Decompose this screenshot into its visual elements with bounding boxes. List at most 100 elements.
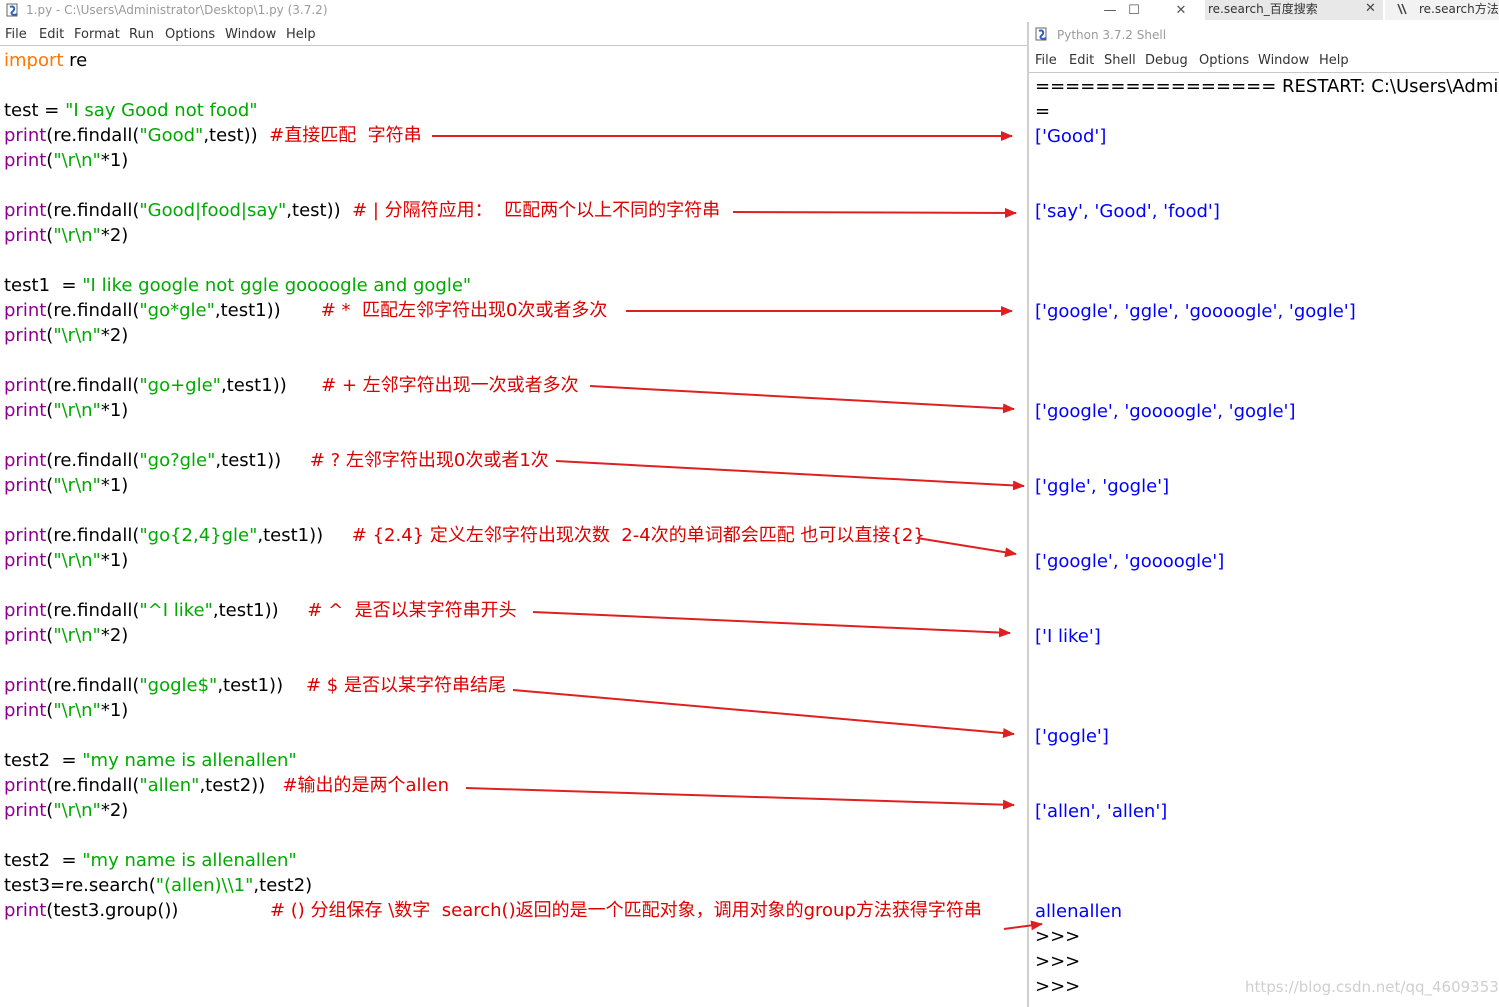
menu-file[interactable]: File <box>1035 53 1057 68</box>
code-token: (re.findall( <box>46 200 140 221</box>
menu-options[interactable]: Options <box>165 27 215 42</box>
code-token: (re.findall( <box>46 675 140 696</box>
code-token: test3=re.search( <box>4 875 156 896</box>
code-line[interactable]: print("\r\n"*2) <box>4 323 128 348</box>
menu-edit[interactable]: Edit <box>39 27 64 42</box>
close-icon[interactable]: ✕ <box>1365 0 1376 18</box>
code-token: ,test2)) <box>199 775 283 796</box>
code-token: "^I like" <box>139 600 213 621</box>
menu-format[interactable]: Format <box>74 27 120 42</box>
code-token: ,test1)) <box>214 300 321 321</box>
code-line[interactable]: test2 = "my name is allenallen" <box>4 748 297 773</box>
code-line[interactable]: print(test3.group()) # () 分组保存 \数字 searc… <box>4 898 982 923</box>
code-line[interactable]: print(re.findall("Good|food|say",test)) … <box>4 198 720 223</box>
menu-run[interactable]: Run <box>129 27 154 42</box>
code-token: "\r\n" <box>53 475 101 496</box>
shell-output-line: ['allen', 'allen'] <box>1035 801 1168 822</box>
code-token: print <box>4 325 47 346</box>
code-token: print <box>4 300 47 321</box>
menu-window[interactable]: Window <box>225 27 276 42</box>
code-token: "go+gle" <box>139 375 221 396</box>
code-token: # $ 是否以某字符串结尾 <box>306 675 506 696</box>
code-token: *1) <box>100 700 129 721</box>
code-line[interactable]: print("\r\n"*1) <box>4 398 128 423</box>
code-line[interactable]: print(re.findall("go+gle",test1)) # + 左邻… <box>4 373 579 398</box>
menu-options[interactable]: Options <box>1199 53 1249 68</box>
shell-titlebar: Python 3.7.2 Shell <box>1029 22 1499 46</box>
code-line[interactable]: import re <box>4 48 87 73</box>
shell-output-line: ['gogle'] <box>1035 726 1109 747</box>
code-token: (re.findall( <box>46 375 140 396</box>
menu-divider <box>1029 72 1499 73</box>
code-token: print <box>4 600 47 621</box>
code-token: (re.findall( <box>46 525 140 546</box>
code-line[interactable]: test = "I say Good not food" <box>4 98 258 123</box>
shell-output-line: = <box>1035 101 1051 122</box>
code-line[interactable]: test1 = "I like google not ggle goooogle… <box>4 273 471 298</box>
shell-output-line: ['google', 'goooogle'] <box>1035 551 1225 572</box>
browser-tab-search-method[interactable]: re.search方法 <box>1385 0 1499 20</box>
shell-output-line: >>> <box>1035 951 1081 972</box>
menu-edit[interactable]: Edit <box>1069 53 1094 68</box>
code-token: ,test)) <box>286 200 353 221</box>
code-token: # ^ 是否以某字符串开头 <box>307 600 517 621</box>
code-token: # () 分组保存 \数字 search()返回的是一个匹配对象，调用对象的gr… <box>269 900 982 921</box>
menu-help[interactable]: Help <box>1319 53 1349 68</box>
code-line[interactable]: print(re.findall("go*gle",test1)) # * 匹配… <box>4 298 607 323</box>
code-token: test = <box>4 100 66 121</box>
code-line[interactable]: print("\r\n"*1) <box>4 148 128 173</box>
code-token: (re.findall( <box>46 600 140 621</box>
close-button[interactable]: ✕ <box>1158 0 1204 22</box>
menu-divider <box>0 45 1027 46</box>
shell-output-line: ================ RESTART: C:\Users\Admin <box>1035 76 1499 97</box>
browser-tab-baidu[interactable]: re.search_百度搜索 ✕ <box>1205 0 1383 20</box>
code-line[interactable]: print(re.findall("^I like",test1)) # ^ 是… <box>4 598 517 623</box>
code-line[interactable]: print(re.findall("allen",test2)) #输出的是两个… <box>4 773 449 798</box>
code-line[interactable]: print(re.findall("Good",test)) #直接匹配 字符串 <box>4 123 422 148</box>
menu-file[interactable]: File <box>5 27 27 42</box>
code-token: ,test1)) <box>215 450 310 471</box>
code-token: "\r\n" <box>53 550 101 571</box>
code-line[interactable]: test3=re.search("(allen)\\1",test2) <box>4 873 312 898</box>
code-token: *1) <box>100 550 129 571</box>
code-token: "Good|food|say" <box>139 200 287 221</box>
code-line[interactable]: print("\r\n"*1) <box>4 473 128 498</box>
code-line[interactable]: print("\r\n"*2) <box>4 223 128 248</box>
code-line[interactable]: print(re.findall("go?gle",test1)) # ? 左邻… <box>4 448 549 473</box>
code-token: "\r\n" <box>53 700 101 721</box>
code-line[interactable]: print("\r\n"*1) <box>4 548 128 573</box>
code-line[interactable]: print("\r\n"*2) <box>4 798 128 823</box>
code-token: (re.findall( <box>46 450 140 471</box>
shell-output-line: ['google', 'ggle', 'goooogle', 'gogle'] <box>1035 301 1356 322</box>
code-token: "go*gle" <box>139 300 215 321</box>
code-line[interactable]: print("\r\n"*2) <box>4 623 128 648</box>
minimize-button[interactable] <box>1043 0 1089 22</box>
code-token: print <box>4 525 47 546</box>
code-token: "allen" <box>139 775 200 796</box>
code-line[interactable]: print("\r\n"*1) <box>4 698 128 723</box>
menu-debug[interactable]: Debug <box>1145 53 1188 68</box>
code-token: print <box>4 150 47 171</box>
code-line[interactable]: print(re.findall("gogle$",test1)) # $ 是否… <box>4 673 506 698</box>
code-token: print <box>4 700 47 721</box>
tab-label: re.search_百度搜索 <box>1208 2 1318 16</box>
menu-window[interactable]: Window <box>1258 53 1309 68</box>
code-token: "go{2,4}gle" <box>139 525 258 546</box>
code-token: print <box>4 375 47 396</box>
code-token: "Good" <box>139 125 204 146</box>
code-token: # * 匹配左邻字符出现0次或者多次 <box>320 300 608 321</box>
code-line[interactable]: print(re.findall("go{2,4}gle",test1)) # … <box>4 523 925 548</box>
menu-help[interactable]: Help <box>286 27 316 42</box>
code-token: "(allen)\\1" <box>155 875 254 896</box>
menu-shell[interactable]: Shell <box>1104 53 1136 68</box>
shell-menubar: File Edit Shell Debug Options Window Hel… <box>1029 52 1499 72</box>
code-token: print <box>4 625 47 646</box>
code-line[interactable]: test2 = "my name is allenallen" <box>4 848 297 873</box>
code-token: ,test1)) <box>220 375 322 396</box>
code-token: "I like google not ggle goooogle and gog… <box>82 275 472 296</box>
code-token: (re.findall( <box>46 125 140 146</box>
maximize-button[interactable]: ☐ <box>1111 0 1157 22</box>
code-token: # {2.4} 定义左邻字符出现次数 2-4次的单词都会匹配 也可以直接{2} <box>351 525 925 546</box>
shell-output-line: ['ggle', 'gogle'] <box>1035 476 1170 497</box>
code-token: "\r\n" <box>53 625 101 646</box>
